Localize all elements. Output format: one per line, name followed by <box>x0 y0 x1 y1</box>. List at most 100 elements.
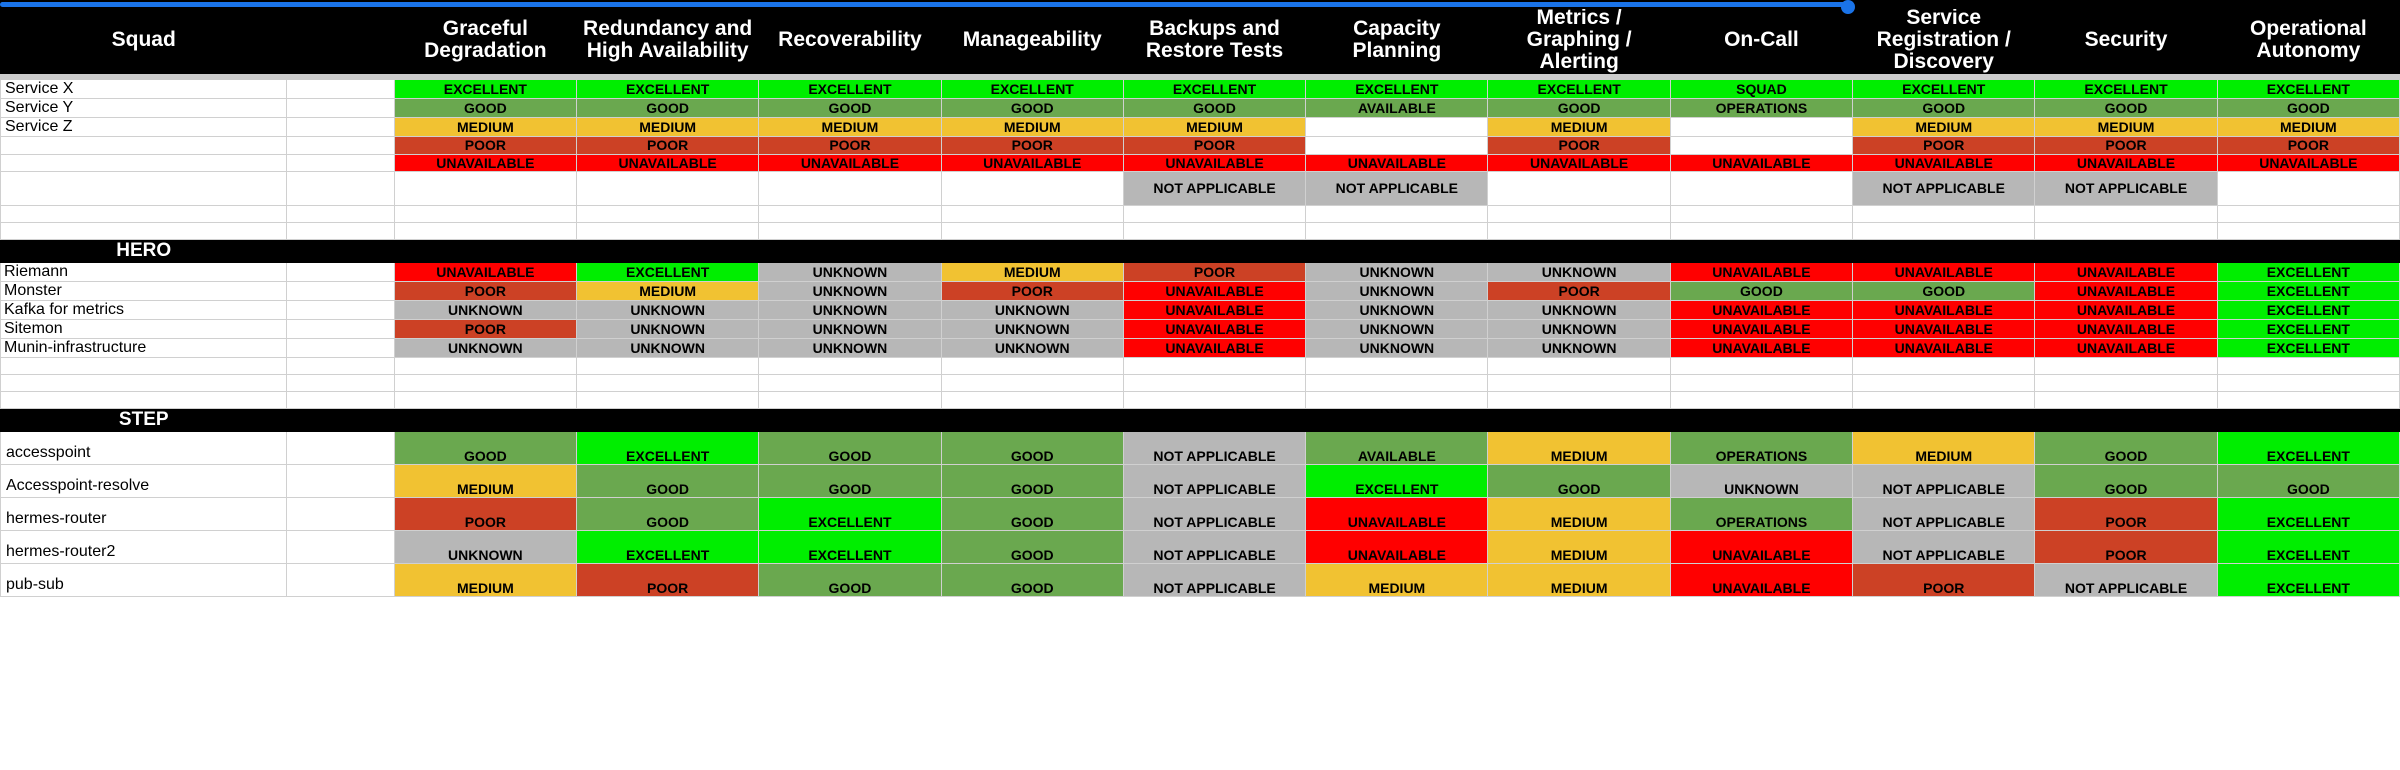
status-cell[interactable]: UNKNOWN <box>758 299 942 320</box>
status-cell[interactable]: NOT APPLICABLE <box>1852 496 2036 531</box>
empty-cell[interactable] <box>1487 390 1671 409</box>
legend-row-label[interactable]: Service Y <box>0 98 288 119</box>
section-title[interactable]: STEP <box>0 407 288 432</box>
status-cell[interactable]: POOR <box>1122 261 1307 282</box>
empty-cell[interactable] <box>1122 356 1307 375</box>
status-cell[interactable]: GOOD <box>2034 98 2218 119</box>
empty-cell[interactable] <box>940 204 1124 223</box>
status-cell[interactable]: UNKNOWN <box>1487 318 1671 339</box>
status-cell[interactable]: GOOD <box>2216 98 2400 119</box>
status-cell[interactable]: EXCELLENT <box>2216 529 2400 564</box>
status-cell[interactable]: GOOD <box>940 529 1124 564</box>
status-cell[interactable]: UNKNOWN <box>940 318 1124 339</box>
status-cell[interactable]: MEDIUM <box>1487 562 1671 597</box>
status-cell[interactable]: MEDIUM <box>393 117 578 138</box>
status-cell[interactable]: UNKNOWN <box>940 337 1124 358</box>
status-cell[interactable]: EXCELLENT <box>1305 463 1489 498</box>
status-cell[interactable]: UNKNOWN <box>1487 299 1671 320</box>
step-row-label[interactable]: pub-sub <box>0 562 288 597</box>
column-header-service-registration-discovery[interactable]: Service Registration / Discovery <box>1852 5 2036 75</box>
status-cell[interactable]: UNKNOWN <box>393 337 578 358</box>
legend-row-label[interactable] <box>0 136 288 155</box>
status-cell[interactable]: UNAVAILABLE <box>1852 337 2036 358</box>
status-cell[interactable]: UNAVAILABLE <box>2034 318 2218 339</box>
status-cell[interactable]: EXCELLENT <box>2216 261 2400 282</box>
status-cell[interactable]: UNKNOWN <box>575 337 760 358</box>
status-cell[interactable]: NOT APPLICABLE <box>1122 562 1307 597</box>
status-cell[interactable]: UNKNOWN <box>758 280 942 301</box>
empty-cell[interactable] <box>1487 373 1671 392</box>
column-header-on-call[interactable]: On-Call <box>1669 5 1854 75</box>
status-cell[interactable]: EXCELLENT <box>1852 79 2036 100</box>
step-row-label[interactable]: hermes-router <box>0 496 288 531</box>
status-cell[interactable]: POOR <box>2216 136 2400 155</box>
status-cell[interactable]: MEDIUM <box>1487 496 1671 531</box>
status-cell[interactable]: GOOD <box>575 463 760 498</box>
empty-cell[interactable] <box>1852 204 2036 223</box>
status-cell[interactable] <box>1669 170 1854 206</box>
status-cell[interactable] <box>2216 170 2400 206</box>
empty-cell[interactable] <box>940 356 1124 375</box>
status-cell[interactable]: UNKNOWN <box>575 318 760 339</box>
status-cell[interactable]: POOR <box>1487 136 1671 155</box>
status-cell[interactable]: GOOD <box>940 98 1124 119</box>
status-cell[interactable]: UNKNOWN <box>940 299 1124 320</box>
column-header-graceful-degradation[interactable]: Graceful Degradation <box>393 5 578 75</box>
status-cell[interactable]: EXCELLENT <box>575 261 760 282</box>
status-cell[interactable]: MEDIUM <box>1487 117 1671 138</box>
status-cell[interactable]: POOR <box>758 136 942 155</box>
empty-cell[interactable] <box>286 204 395 223</box>
status-cell[interactable]: MEDIUM <box>1487 430 1671 465</box>
empty-cell[interactable] <box>286 356 395 375</box>
status-cell[interactable]: MEDIUM <box>1487 529 1671 564</box>
status-cell[interactable]: NOT APPLICABLE <box>1852 463 2036 498</box>
empty-cell[interactable] <box>575 356 760 375</box>
status-cell[interactable]: UNAVAILABLE <box>1305 496 1489 531</box>
row-blank-cell[interactable] <box>286 170 395 206</box>
status-cell[interactable] <box>1487 170 1671 206</box>
status-cell[interactable]: NOT APPLICABLE <box>2034 562 2218 597</box>
status-cell[interactable]: MEDIUM <box>575 280 760 301</box>
status-cell[interactable]: UNAVAILABLE <box>1852 153 2036 172</box>
status-cell[interactable]: EXCELLENT <box>2034 79 2218 100</box>
status-cell[interactable]: UNAVAILABLE <box>1305 153 1489 172</box>
status-cell[interactable]: EXCELLENT <box>758 496 942 531</box>
horizontal-scrollbar[interactable] <box>0 0 2400 14</box>
status-cell[interactable]: POOR <box>1122 136 1307 155</box>
status-cell[interactable]: UNAVAILABLE <box>1669 299 1854 320</box>
empty-cell[interactable] <box>575 373 760 392</box>
status-cell[interactable]: EXCELLENT <box>1305 79 1489 100</box>
empty-cell[interactable] <box>758 356 942 375</box>
row-blank-cell[interactable] <box>286 79 395 100</box>
status-cell[interactable]: UNKNOWN <box>393 299 578 320</box>
empty-cell[interactable] <box>0 221 288 240</box>
status-cell[interactable]: GOOD <box>393 98 578 119</box>
status-cell[interactable]: UNAVAILABLE <box>1122 318 1307 339</box>
empty-cell[interactable] <box>575 221 760 240</box>
status-cell[interactable]: UNAVAILABLE <box>1122 153 1307 172</box>
hero-row-label[interactable]: Kafka for metrics <box>0 299 288 320</box>
empty-cell[interactable] <box>575 204 760 223</box>
column-header-blank[interactable] <box>286 5 395 75</box>
empty-cell[interactable] <box>758 390 942 409</box>
status-cell[interactable]: EXCELLENT <box>2216 318 2400 339</box>
status-cell[interactable]: GOOD <box>940 463 1124 498</box>
status-cell[interactable]: UNKNOWN <box>1305 299 1489 320</box>
empty-cell[interactable] <box>1305 221 1489 240</box>
status-cell[interactable]: GOOD <box>940 562 1124 597</box>
status-cell[interactable]: UNKNOWN <box>575 299 760 320</box>
status-cell[interactable]: POOR <box>2034 136 2218 155</box>
status-cell[interactable]: SQUAD <box>1669 79 1854 100</box>
empty-cell[interactable] <box>758 221 942 240</box>
status-cell[interactable]: UNKNOWN <box>758 318 942 339</box>
status-cell[interactable]: NOT APPLICABLE <box>1122 529 1307 564</box>
status-cell[interactable]: NOT APPLICABLE <box>1852 170 2036 206</box>
empty-cell[interactable] <box>1305 204 1489 223</box>
status-cell[interactable]: GOOD <box>758 430 942 465</box>
column-header-operational-autonomy[interactable]: Operational Autonomy <box>2216 5 2400 75</box>
status-cell[interactable]: UNKNOWN <box>1305 318 1489 339</box>
empty-cell[interactable] <box>940 373 1124 392</box>
empty-cell[interactable] <box>940 390 1124 409</box>
scrollbar-progress[interactable] <box>0 2 1848 7</box>
status-cell[interactable]: EXCELLENT <box>575 430 760 465</box>
